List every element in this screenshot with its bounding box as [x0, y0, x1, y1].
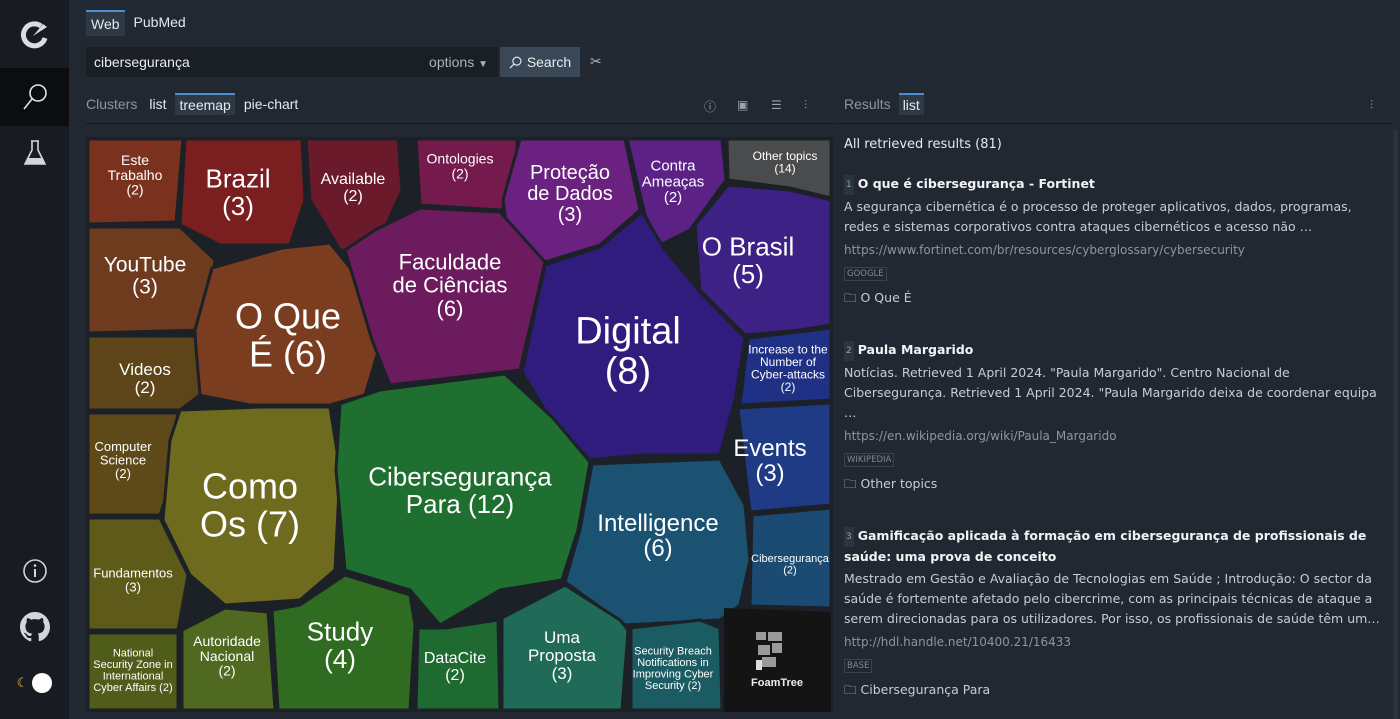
view-tab-pie-chart[interactable]: pie-chart [240, 94, 302, 114]
foamtree-logo-text: FoamTree [751, 677, 803, 689]
result-snippet: A segurança cibernética é o processo de … [844, 199, 1352, 234]
cluster-label: Como Os (7) [200, 466, 300, 545]
tree-icon[interactable]: ☰ [771, 98, 782, 112]
cluster-label: O Que É (6) [235, 296, 341, 375]
result-item[interactable]: 1O que é cibersegurança - Fortinet A segu… [844, 174, 1389, 310]
cluster-cell[interactable]: Brazil (3) [178, 137, 307, 247]
results-settings-icon[interactable]: ⫶ [1370, 98, 1373, 113]
toggle-knob [32, 673, 53, 693]
results-label: Results [844, 96, 891, 112]
result-item[interactable]: 3 Gamificação aplicada à formação em cibe… [844, 526, 1389, 702]
result-title[interactable]: 1O que é cibersegurança - Fortinet [844, 174, 1389, 195]
options-dropdown[interactable]: options ▼ [429, 54, 498, 70]
treemap[interactable]: Este Trabalho (2) Brazil (3)Available (2)Onto… [86, 137, 833, 712]
result-cluster[interactable]: 🗀 Cibersegurança Para [844, 681, 1389, 702]
cluster-cell[interactable]: Security Breach Notifications in Improving… [629, 618, 724, 712]
search-button-label: Search [526, 54, 572, 70]
results-scrollbar[interactable] [1393, 130, 1398, 719]
result-url[interactable]: https://en.wikipedia.org/wiki/Paula_Marg… [844, 429, 1389, 443]
result-snippet: Notícias. Retrieved 1 April 2024. "Paula… [844, 365, 1377, 420]
result-cluster-label: O Que É [860, 290, 912, 305]
cluster-cell[interactable]: Intelligence (6) [563, 457, 752, 627]
cluster-cell[interactable]: Este Trabalho (2) [86, 137, 185, 226]
result-cluster-label: Other topics [860, 476, 938, 491]
cluster-cell[interactable]: Como Os (7) [161, 405, 342, 607]
search-box: options ▼ [86, 47, 498, 77]
result-item[interactable]: 2 Paula Margarido Notícias. Retrieved 1 Ap… [844, 340, 1389, 496]
clusters-label: Clusters [86, 96, 138, 112]
theme-toggle[interactable]: ☾ [0, 670, 69, 696]
result-url[interactable]: https://www.fortinet.com/br/resources/cy… [844, 243, 1389, 257]
results-view-bar: Results list [844, 93, 924, 115]
github-icon[interactable] [0, 610, 69, 644]
result-url[interactable]: http://hdl.handle.net/10400.21/16433 [844, 635, 1389, 649]
flask-icon[interactable] [0, 128, 69, 178]
save-icon[interactable]: ▣ [737, 98, 748, 112]
view-tab-list[interactable]: list [145, 94, 170, 114]
divider [86, 123, 833, 124]
result-source-badge: WIKIPEDIA [844, 453, 895, 467]
help-icon[interactable]: ⓘ [704, 98, 716, 115]
cluster-cell[interactable]: National Security Zone in International Cyb… [86, 631, 180, 712]
search-button[interactable]: Search [500, 47, 580, 77]
foamtree-logo: FoamTree [724, 608, 831, 712]
view-tab-treemap[interactable]: treemap [175, 93, 235, 115]
result-source-badge: GOOGLE [844, 267, 887, 281]
search-input[interactable] [86, 54, 430, 70]
result-number: 1 [844, 175, 854, 195]
result-cluster[interactable]: 🗀 O Que É [844, 289, 1389, 310]
options-label: options [429, 54, 475, 70]
result-number: 2 [844, 341, 854, 361]
result-title-text: Paula Margarido [857, 342, 974, 357]
logo-icon[interactable] [0, 8, 69, 60]
result-title-text: Gamificação aplicada à formação em ciber… [844, 528, 1367, 564]
source-tabs: Web PubMed [86, 10, 191, 36]
search-icon[interactable] [0, 68, 69, 126]
divider [836, 123, 1392, 124]
tools-icon[interactable]: ✂ [590, 53, 602, 70]
folder-icon: 🗀 [844, 682, 857, 697]
cluster-cell[interactable]: Videos (2) [86, 334, 202, 412]
folder-icon: 🗀 [844, 476, 857, 491]
clusters-view-bar: Clusters list treemap pie-chart [86, 93, 302, 115]
result-cluster[interactable]: 🗀 Other topics [844, 475, 1389, 496]
folder-icon: 🗀 [844, 290, 857, 305]
result-number: 3 [844, 527, 854, 547]
result-source-badge: BASE [844, 659, 873, 673]
cluster-cell[interactable]: Autoridade Nacional (2) [180, 606, 277, 712]
cluster-cell[interactable]: Events (3) [733, 401, 833, 514]
result-snippet: Mestrado em Gestão e Avaliação de Tecnol… [844, 571, 1380, 626]
tab-web[interactable]: Web [86, 10, 125, 36]
cluster-cell[interactable]: Increase to the Number of Cyber-attacks (2) [738, 326, 833, 407]
result-title[interactable]: 2 Paula Margarido [844, 340, 1389, 361]
cluster-cell[interactable]: YouTube (3) [86, 225, 217, 335]
cluster-cell[interactable]: Cibersegurança (2) [748, 506, 833, 610]
sidebar: ☾ [0, 0, 69, 719]
results-summary: All retrieved results (81) [844, 137, 1002, 152]
settings-icon[interactable]: ⫶ [804, 98, 807, 113]
result-cluster-label: Cibersegurança Para [860, 682, 991, 697]
moon-icon: ☾ [16, 675, 29, 690]
cluster-cell[interactable]: DataCite (2) [414, 618, 502, 712]
tab-pubmed[interactable]: PubMed [129, 10, 191, 36]
search-icon [509, 56, 522, 68]
result-title[interactable]: 3 Gamificação aplicada à formação em cibe… [844, 526, 1389, 567]
result-title-text: O que é cibersegurança - Fortinet [857, 176, 1095, 191]
view-tab-results-list[interactable]: list [898, 93, 924, 115]
info-icon[interactable] [0, 556, 69, 586]
caret-down-icon: ▼ [478, 59, 488, 70]
results-list: All retrieved results (81) 1O que é cibe… [844, 137, 1389, 719]
